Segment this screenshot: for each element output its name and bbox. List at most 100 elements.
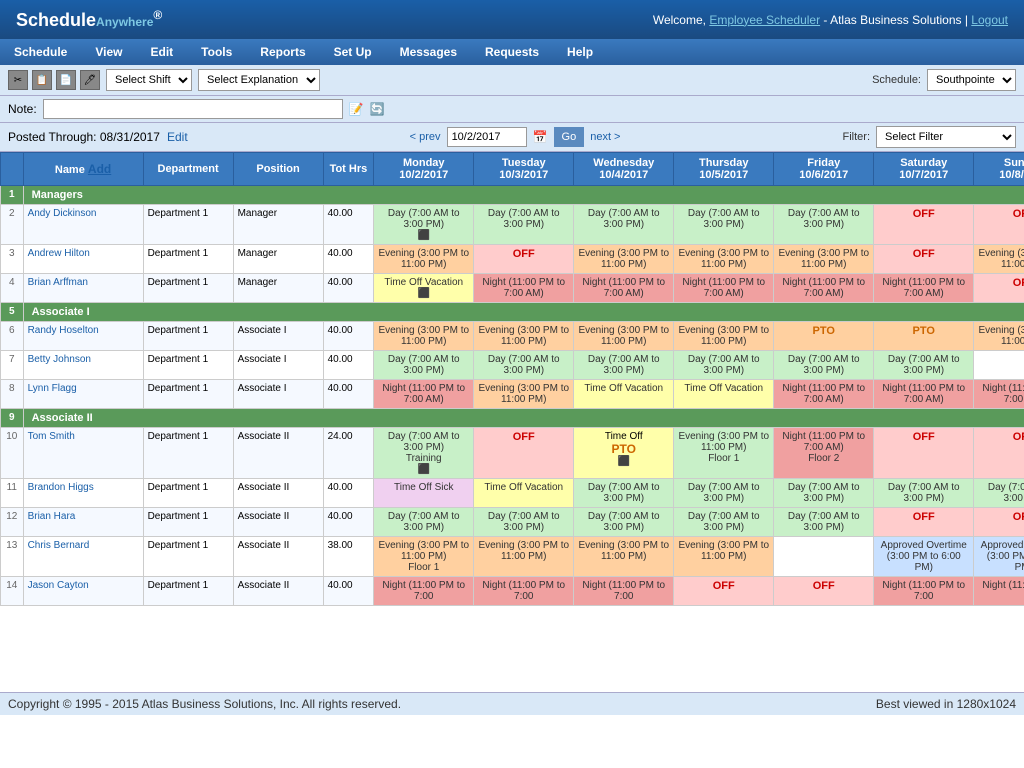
nav-tools[interactable]: Tools [187,39,246,65]
user-link[interactable]: Employee Scheduler [709,13,820,27]
note-refresh-icon[interactable]: 🔄 [370,102,385,116]
nav-messages[interactable]: Messages [386,39,471,65]
emp-name[interactable]: Andrew Hilton [23,245,143,274]
logout-link[interactable]: Logout [971,13,1008,27]
clear-icon[interactable]: 🖊 [80,70,100,90]
shift-cell[interactable]: Evening (3:00 PM to 11:00 PM) [474,537,574,577]
shift-cell[interactable]: Night (11:00 PM to 7:00 [574,577,674,606]
shift-cell[interactable]: Night (11:00 PM to 7:00 AM) [674,274,774,303]
filter-select[interactable]: Select Filter [876,126,1016,148]
shift-cell[interactable]: PTO [874,322,974,351]
nav-help[interactable]: Help [553,39,607,65]
emp-name[interactable]: Brandon Higgs [23,479,143,508]
nav-reports[interactable]: Reports [246,39,319,65]
shift-cell[interactable]: Day (7:00 AM to 3:00 PM)Training⬛ [374,428,474,479]
shift-cell[interactable] [774,537,874,577]
nav-view[interactable]: View [81,39,136,65]
shift-cell[interactable]: Day (7:00 AM to 3:00 PM) [574,508,674,537]
shift-cell[interactable]: OFF [874,428,974,479]
shift-cell[interactable]: Day (7:00 AM to 3:00 PM) [874,479,974,508]
shift-cell[interactable]: Evening (3:00 PM to 11:00 PM) [974,322,1024,351]
shift-cell[interactable]: Day (7:00 AM to 3:00 PM) [774,479,874,508]
shift-cell[interactable]: Day (7:00 AM to 3:00 PM) [674,479,774,508]
shift-cell[interactable]: Day (7:00 AM to 3:00 PM) [774,351,874,380]
shift-cell[interactable]: Night (11:00 PM to 7:00 [374,577,474,606]
shift-cell[interactable]: Evening (3:00 PM to 11:00 PM) [374,245,474,274]
shift-cell[interactable]: Night (11:00 PM to 7:00 AM) [874,380,974,409]
shift-cell[interactable]: Evening (3:00 PM to 11:00 PM) [774,245,874,274]
emp-name[interactable]: Chris Bernard [23,537,143,577]
shift-cell[interactable]: Time Off Vacation [474,479,574,508]
shift-cell[interactable]: Time OffPTO⬛ [574,428,674,479]
emp-name[interactable]: Tom Smith [23,428,143,479]
shift-cell[interactable]: Day (7:00 AM to 3:00 PM) [374,351,474,380]
shift-cell[interactable]: Night (11:00 PM to 7:00 [874,577,974,606]
shift-cell[interactable]: Time Off Vacation [574,380,674,409]
emp-name[interactable]: Brian Hara [23,508,143,537]
shift-cell[interactable]: OFF [674,577,774,606]
shift-cell[interactable]: Night (11:00 PM to 7:00 AM) [474,274,574,303]
shift-cell[interactable]: Evening (3:00 PM to 11:00 PM) [574,322,674,351]
shift-cell[interactable]: OFF [774,577,874,606]
shift-cell[interactable] [974,351,1024,380]
note-icon[interactable]: 📝 [349,102,364,116]
nav-requests[interactable]: Requests [471,39,553,65]
shift-cell[interactable]: Evening (3:00 PM to 11:00 PM) [674,322,774,351]
shift-cell[interactable]: Day (7:00 AM to 3:00 PM) [574,205,674,245]
shift-cell[interactable]: Night (11:00 PM to 7:00 AM) [974,380,1024,409]
add-employee-link[interactable]: Add [88,162,111,176]
nav-schedule[interactable]: Schedule [0,39,81,65]
shift-cell[interactable]: OFF [874,205,974,245]
shift-cell[interactable]: Night (11:00 PM to 7:00 AM) [374,380,474,409]
shift-cell[interactable]: Day (7:00 AM to 3:00 PM) [574,351,674,380]
shift-cell[interactable]: Evening (3:00 PM to 11:00 PM)Floor 1 [374,537,474,577]
shift-cell[interactable]: Evening (3:00 PM to 11:00 PM) [974,245,1024,274]
scissors-icon[interactable]: ✂ [8,70,28,90]
shift-cell[interactable]: Night (11:00 PM to [974,577,1024,606]
shift-cell[interactable]: OFF [874,245,974,274]
shift-cell[interactable]: Evening (3:00 PM to 11:00 PM) [474,322,574,351]
shift-cell[interactable]: Day (7:00 AM to 3:00 PM) [974,479,1024,508]
edit-posted-link[interactable]: Edit [167,130,188,144]
shift-cell[interactable]: Evening (3:00 PM to 11:00 PM) [574,537,674,577]
paste-icon[interactable]: 📄 [56,70,76,90]
shift-cell[interactable]: Approved Overtime (3:00 PM to 6:00 PM) [874,537,974,577]
prev-btn[interactable]: < prev [410,131,441,143]
copy-icon[interactable]: 📋 [32,70,52,90]
note-input[interactable] [43,99,343,119]
shift-cell[interactable]: OFF [974,205,1024,245]
select-shift-dropdown[interactable]: Select Shift [106,69,192,91]
shift-cell[interactable]: Evening (3:00 PM to 11:00 PM) [674,537,774,577]
emp-name[interactable]: Lynn Flagg [23,380,143,409]
shift-cell[interactable]: Night (11:00 PM to 7:00 [474,577,574,606]
shift-cell[interactable]: Day (7:00 AM to 3:00 PM) [474,205,574,245]
shift-cell[interactable]: PTO [774,322,874,351]
go-button[interactable]: Go [554,127,585,147]
select-explanation-dropdown[interactable]: Select Explanation [198,69,320,91]
shift-cell[interactable]: OFF [874,508,974,537]
shift-cell[interactable]: OFF [474,245,574,274]
shift-cell[interactable]: Night (11:00 PM to 7:00 AM) [774,380,874,409]
schedule-select[interactable]: Southpointe [927,69,1016,91]
shift-cell[interactable]: OFF [474,428,574,479]
shift-cell[interactable]: Day (7:00 AM to 3:00 PM) [474,508,574,537]
shift-cell[interactable]: Evening (3:00 PM to 11:00 PM) [474,380,574,409]
date-input[interactable] [447,127,527,147]
calendar-icon[interactable]: 📅 [533,130,548,144]
shift-cell[interactable]: Day (7:00 AM to 3:00 PM) [674,205,774,245]
shift-cell[interactable]: Day (7:00 AM to 3:00 PM) [774,205,874,245]
shift-cell[interactable]: Day (7:00 AM to 3:00 PM) [874,351,974,380]
nav-edit[interactable]: Edit [137,39,188,65]
shift-cell[interactable]: Day (7:00 AM to 3:00 PM) [574,479,674,508]
shift-cell[interactable]: Approved Overtime (3:00 PM to 6:00 PM) [974,537,1024,577]
shift-cell[interactable]: Night (11:00 PM to 7:00 AM)Floor 2 [774,428,874,479]
emp-name[interactable]: Jason Cayton [23,577,143,606]
shift-cell[interactable]: Day (7:00 AM to 3:00 PM) [774,508,874,537]
emp-name[interactable]: Andy Dickinson [23,205,143,245]
shift-cell[interactable]: Time Off Vacation [674,380,774,409]
shift-cell[interactable]: Night (11:00 PM to 7:00 AM) [774,274,874,303]
emp-name[interactable]: Betty Johnson [23,351,143,380]
shift-cell[interactable]: Day (7:00 AM to 3:00 PM)⬛ [374,205,474,245]
shift-cell[interactable]: Time Off Vacation⬛ [374,274,474,303]
shift-cell[interactable]: Evening (3:00 PM to 11:00 PM) [374,322,474,351]
